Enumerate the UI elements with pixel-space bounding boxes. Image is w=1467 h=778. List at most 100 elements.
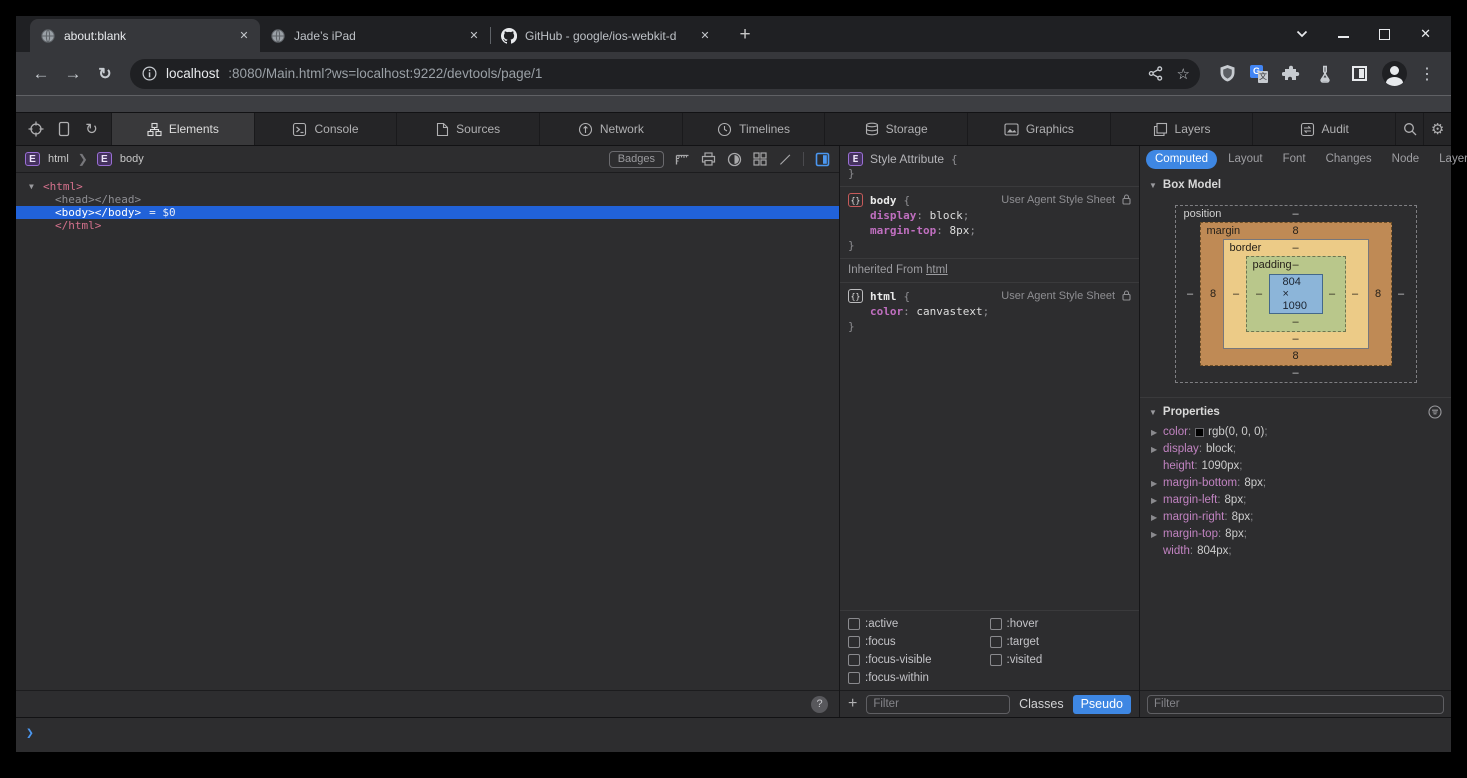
- tab-changes[interactable]: Changes: [1317, 150, 1381, 169]
- appearance-contrast-icon[interactable]: [727, 152, 742, 167]
- expand-triangle-icon[interactable]: ▶: [1151, 493, 1159, 508]
- tab-search-chevron-icon[interactable]: [1296, 30, 1308, 38]
- css-property[interactable]: margin-top8px: [848, 224, 1131, 237]
- tab-node[interactable]: Node: [1383, 150, 1429, 169]
- share-icon[interactable]: [1148, 66, 1163, 81]
- close-window-button[interactable]: ✕: [1420, 26, 1431, 42]
- computed-property-width[interactable]: width804px: [1140, 543, 1451, 560]
- tab-console[interactable]: Console: [254, 113, 397, 145]
- expand-triangle-icon[interactable]: ▶: [1151, 442, 1159, 457]
- translate-extension-icon[interactable]: G文: [1250, 65, 1268, 83]
- expand-triangle-icon[interactable]: ▶: [1151, 476, 1159, 491]
- url-bar[interactable]: localhost:8080/Main.html?ws=localhost:92…: [130, 59, 1200, 89]
- bookmark-star-icon[interactable]: ☆: [1177, 65, 1190, 83]
- pseudo-focus[interactable]: :focus: [848, 636, 990, 648]
- box-model-position[interactable]: position– – margin8 8 border–: [1175, 205, 1417, 383]
- add-rule-button[interactable]: +: [848, 696, 857, 712]
- toggle-details-sidebar-icon[interactable]: [815, 152, 830, 167]
- dom-node-body-selected[interactable]: <body></body>= $0: [16, 206, 839, 219]
- checkbox[interactable]: [990, 618, 1002, 630]
- computed-property-height[interactable]: height1090px: [1140, 458, 1451, 475]
- inherited-from-link[interactable]: html: [926, 264, 948, 276]
- pseudo-hover[interactable]: :hover: [990, 618, 1132, 630]
- new-tab-button[interactable]: +: [731, 21, 759, 49]
- css-rule-body[interactable]: {} body { User Agent Style Sheet display…: [840, 186, 1139, 258]
- computed-filter-input[interactable]: [1147, 695, 1444, 714]
- inspector-settings-gear-icon[interactable]: ⚙: [1423, 113, 1451, 145]
- minimize-button[interactable]: [1338, 30, 1349, 38]
- css-property[interactable]: displayblock: [848, 209, 1131, 222]
- styles-filter-input[interactable]: [866, 695, 1010, 714]
- tab-sources[interactable]: Sources: [396, 113, 539, 145]
- css-rule-html[interactable]: {} html { User Agent Style Sheet colorca…: [840, 282, 1139, 339]
- tab-layout[interactable]: Layout: [1219, 150, 1272, 169]
- tab-storage[interactable]: Storage: [824, 113, 967, 145]
- checkbox[interactable]: [848, 654, 860, 666]
- computed-property-margin-right[interactable]: ▶margin-right8px: [1140, 509, 1451, 526]
- disclosure-triangle-icon[interactable]: ▼: [29, 180, 34, 193]
- device-settings-icon[interactable]: [51, 117, 76, 142]
- color-swatch[interactable]: [1195, 428, 1204, 437]
- dom-node-html-close[interactable]: </html>: [16, 219, 839, 232]
- tab-font[interactable]: Font: [1274, 150, 1315, 169]
- reload-page-icon[interactable]: ↻: [79, 117, 104, 142]
- browser-tab-about-blank[interactable]: about:blank ✕: [30, 19, 260, 52]
- tab-close-icon[interactable]: ✕: [697, 29, 713, 42]
- back-button[interactable]: ←: [28, 61, 54, 87]
- checkbox[interactable]: [990, 654, 1002, 666]
- tab-layers[interactable]: Layers: [1430, 150, 1467, 169]
- inspector-search-icon[interactable]: [1395, 113, 1423, 145]
- browser-menu-icon[interactable]: ⋮: [1419, 64, 1435, 84]
- computed-property-margin-left[interactable]: ▶margin-left8px: [1140, 492, 1451, 509]
- pseudo-focus-within[interactable]: :focus-within: [848, 672, 990, 684]
- sidebar-extension-icon[interactable]: [1348, 63, 1370, 85]
- quick-console[interactable]: ❯: [16, 717, 1451, 752]
- box-model-padding[interactable]: padding– – 804 × 1090 – –: [1246, 256, 1346, 332]
- disclosure-triangle-icon[interactable]: ▼: [1149, 181, 1157, 190]
- expand-triangle-icon[interactable]: ▶: [1151, 425, 1159, 440]
- forward-button[interactable]: →: [60, 61, 86, 87]
- reload-button[interactable]: ↻: [92, 61, 118, 87]
- box-model-border[interactable]: border– – padding– – 804 × 1090: [1223, 239, 1369, 349]
- classes-toggle-button[interactable]: Classes: [1019, 697, 1063, 711]
- properties-filter-icon[interactable]: [1428, 405, 1442, 419]
- profile-avatar[interactable]: [1382, 61, 1407, 86]
- shield-extension-icon[interactable]: [1216, 63, 1238, 85]
- pseudo-visited[interactable]: :visited: [990, 654, 1132, 666]
- help-button[interactable]: ?: [811, 696, 828, 713]
- computed-property-display[interactable]: ▶displayblock: [1140, 441, 1451, 458]
- box-model-section-header[interactable]: ▼ Box Model: [1140, 172, 1451, 195]
- pseudo-active[interactable]: :active: [848, 618, 990, 630]
- badges-button[interactable]: Badges: [609, 151, 664, 168]
- rule-selector[interactable]: html: [870, 290, 897, 303]
- tab-elements[interactable]: Elements: [111, 113, 254, 145]
- breadcrumb-body[interactable]: body: [120, 153, 144, 165]
- rulers-icon[interactable]: [675, 152, 690, 166]
- browser-tab-github[interactable]: GitHub - google/ios-webkit-d ✕: [491, 19, 721, 52]
- checkbox[interactable]: [848, 672, 860, 684]
- breadcrumb-html[interactable]: html: [48, 153, 69, 165]
- tab-timelines[interactable]: Timelines: [682, 113, 825, 145]
- print-styles-icon[interactable]: [701, 152, 716, 166]
- tab-layers[interactable]: Layers: [1110, 113, 1253, 145]
- tab-graphics[interactable]: Graphics: [967, 113, 1110, 145]
- pseudo-toggle-button[interactable]: Pseudo: [1073, 695, 1131, 714]
- tab-computed[interactable]: Computed: [1146, 150, 1217, 169]
- tab-close-icon[interactable]: ✕: [466, 29, 482, 42]
- dom-node-head[interactable]: <head></head>: [16, 193, 839, 206]
- dom-node-html-open[interactable]: ▼<html>: [16, 180, 839, 193]
- flask-extension-icon[interactable]: [1314, 63, 1336, 85]
- computed-property-color[interactable]: ▶colorrgb(0, 0, 0): [1140, 424, 1451, 441]
- edit-pencil-icon[interactable]: [778, 152, 792, 166]
- properties-section-header[interactable]: ▼ Properties: [1140, 398, 1451, 424]
- tab-audit[interactable]: Audit: [1252, 113, 1395, 145]
- grid-overlay-icon[interactable]: [753, 152, 767, 166]
- checkbox[interactable]: [848, 618, 860, 630]
- maximize-button[interactable]: [1379, 29, 1390, 40]
- pseudo-target[interactable]: :target: [990, 636, 1132, 648]
- computed-property-margin-top[interactable]: ▶margin-top8px: [1140, 526, 1451, 543]
- checkbox[interactable]: [990, 636, 1002, 648]
- checkbox[interactable]: [848, 636, 860, 648]
- computed-property-margin-bottom[interactable]: ▶margin-bottom8px: [1140, 475, 1451, 492]
- extensions-puzzle-icon[interactable]: [1280, 63, 1302, 85]
